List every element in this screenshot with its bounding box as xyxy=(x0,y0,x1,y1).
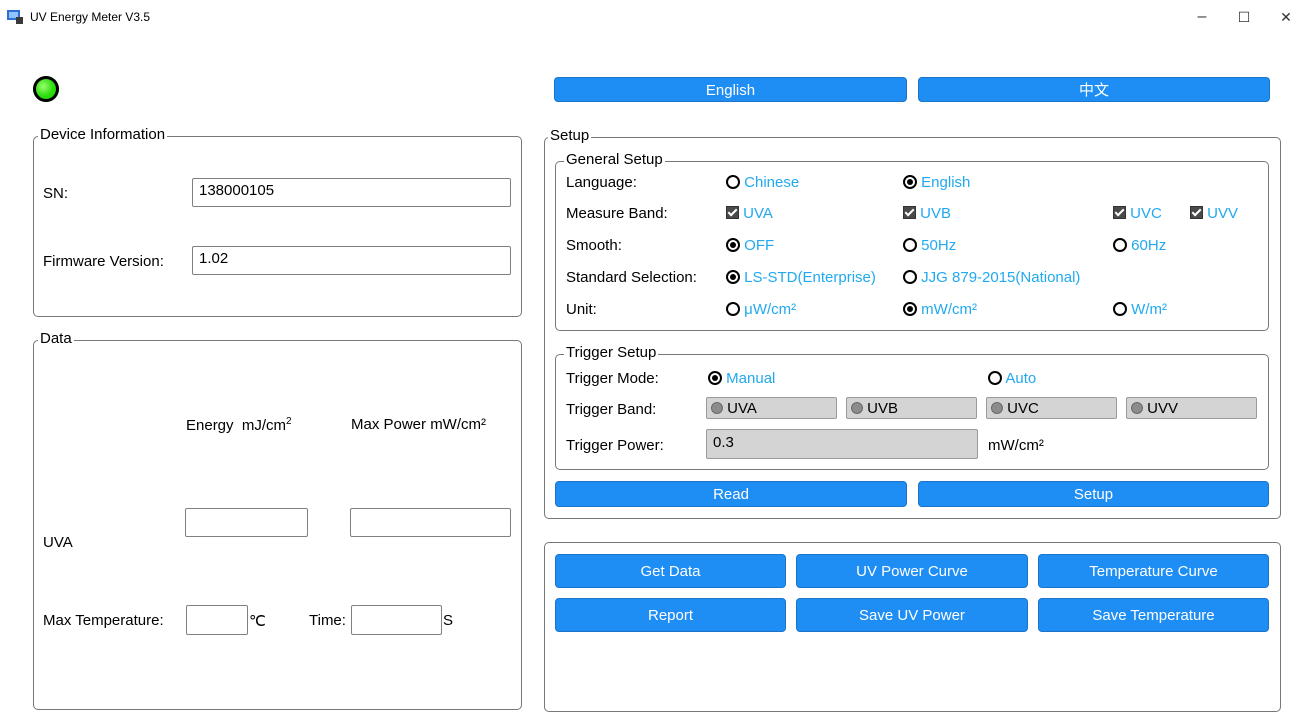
radio-icon xyxy=(1113,238,1127,252)
close-button[interactable]: ✕ xyxy=(1274,6,1298,28)
minimize-button[interactable]: – xyxy=(1190,6,1214,28)
band-checkbox-uva[interactable]: UVA xyxy=(726,205,773,222)
radio-disabled-icon xyxy=(711,402,723,414)
standard-selection-label: Standard Selection: xyxy=(566,269,697,286)
report-button[interactable]: Report xyxy=(555,598,786,632)
trigger-power-field[interactable]: 0.3 xyxy=(706,429,978,459)
save-uv-power-button[interactable]: Save UV Power xyxy=(796,598,1028,632)
uva-max-power-field[interactable] xyxy=(350,508,511,537)
radio-icon xyxy=(903,270,917,284)
radio-selected-icon xyxy=(903,302,917,316)
max-temperature-label: Max Temperature: xyxy=(43,612,164,629)
data-legend: Data xyxy=(38,330,74,347)
language-option-chinese[interactable]: Chinese xyxy=(726,174,799,191)
maximize-button[interactable]: ☐ xyxy=(1232,6,1256,28)
device-information-group xyxy=(33,136,522,317)
save-temperature-button[interactable]: Save Temperature xyxy=(1038,598,1269,632)
setup-legend: Setup xyxy=(548,127,592,144)
smooth-option-60hz[interactable]: 60Hz xyxy=(1113,237,1166,254)
checkbox-checked-icon xyxy=(1190,206,1203,219)
chinese-button[interactable]: 中文 xyxy=(918,77,1270,102)
radio-disabled-icon xyxy=(991,402,1003,414)
language-option-english[interactable]: English xyxy=(903,174,970,191)
band-checkbox-uvv[interactable]: UVV xyxy=(1190,205,1238,222)
uva-energy-field[interactable] xyxy=(185,508,308,537)
radio-icon xyxy=(903,238,917,252)
get-data-button[interactable]: Get Data xyxy=(555,554,786,588)
checkbox-checked-icon xyxy=(903,206,916,219)
radio-selected-icon xyxy=(708,371,722,385)
unit-option-mw[interactable]: mW/cm² xyxy=(903,301,977,318)
band-checkbox-uvb[interactable]: UVB xyxy=(903,205,951,222)
english-button[interactable]: English xyxy=(554,77,907,102)
trigger-setup-legend: Trigger Setup xyxy=(564,344,659,361)
sn-label: SN: xyxy=(43,185,69,202)
trigger-band-uva[interactable]: UVA xyxy=(706,397,837,419)
trigger-power-label: Trigger Power: xyxy=(566,437,664,454)
unit-option-uw[interactable]: μW/cm² xyxy=(726,301,796,318)
uv-power-curve-button[interactable]: UV Power Curve xyxy=(796,554,1028,588)
radio-icon xyxy=(988,371,1002,385)
radio-icon xyxy=(726,175,740,189)
uva-label: UVA xyxy=(43,534,73,551)
window-title: UV Energy Meter V3.5 xyxy=(30,10,151,24)
radio-disabled-icon xyxy=(1131,402,1143,414)
radio-disabled-icon xyxy=(851,402,863,414)
radio-selected-icon xyxy=(726,270,740,284)
radio-icon xyxy=(1113,302,1127,316)
device-information-legend: Device Information xyxy=(38,126,168,143)
time-label: Time: xyxy=(309,612,346,629)
radio-icon xyxy=(726,302,740,316)
trigger-power-unit: mW/cm² xyxy=(988,437,1044,454)
unit-option-w[interactable]: W/m² xyxy=(1113,301,1167,318)
trigger-band-uvv[interactable]: UVV xyxy=(1126,397,1257,419)
radio-selected-icon xyxy=(903,175,917,189)
temperature-curve-button[interactable]: Temperature Curve xyxy=(1038,554,1269,588)
measure-band-label: Measure Band: xyxy=(566,205,668,222)
band-checkbox-uvc[interactable]: UVC xyxy=(1113,205,1162,222)
title-bar: UV Energy Meter V3.5 – ☐ ✕ xyxy=(0,0,1298,34)
connection-status-led xyxy=(33,76,59,102)
read-button[interactable]: Read xyxy=(555,481,907,507)
smooth-option-off[interactable]: OFF xyxy=(726,237,774,254)
smooth-option-50hz[interactable]: 50Hz xyxy=(903,237,956,254)
standard-option-national[interactable]: JJG 879-2015(National) xyxy=(903,269,1080,286)
trigger-mode-manual[interactable]: Manual xyxy=(708,370,775,387)
trigger-mode-auto[interactable]: Auto xyxy=(988,370,1036,387)
checkbox-checked-icon xyxy=(1113,206,1126,219)
standard-option-enterprise[interactable]: LS-STD(Enterprise) xyxy=(726,269,876,286)
firmware-version-field[interactable]: 1.02 xyxy=(192,246,511,275)
trigger-band-uvb[interactable]: UVB xyxy=(846,397,977,419)
language-label: Language: xyxy=(566,174,637,191)
firmware-version-label: Firmware Version: xyxy=(43,253,164,270)
sn-field[interactable]: 138000105 xyxy=(192,178,511,207)
trigger-mode-label: Trigger Mode: xyxy=(566,370,659,387)
checkbox-checked-icon xyxy=(726,206,739,219)
general-setup-legend: General Setup xyxy=(564,151,665,168)
time-unit: S xyxy=(443,612,454,629)
unit-label: Unit: xyxy=(566,301,597,318)
trigger-band-uvc[interactable]: UVC xyxy=(986,397,1117,419)
smooth-label: Smooth: xyxy=(566,237,622,254)
time-field[interactable] xyxy=(351,605,442,635)
max-power-header: Max Power mW/cm² xyxy=(351,416,486,433)
radio-selected-icon xyxy=(726,238,740,252)
trigger-band-label: Trigger Band: xyxy=(566,401,657,418)
temperature-unit: ℃ xyxy=(249,613,266,630)
energy-header: Energy mJ/cm2 xyxy=(186,416,292,434)
setup-button[interactable]: Setup xyxy=(918,481,1269,507)
max-temperature-field[interactable] xyxy=(186,605,248,635)
app-icon xyxy=(7,10,23,24)
